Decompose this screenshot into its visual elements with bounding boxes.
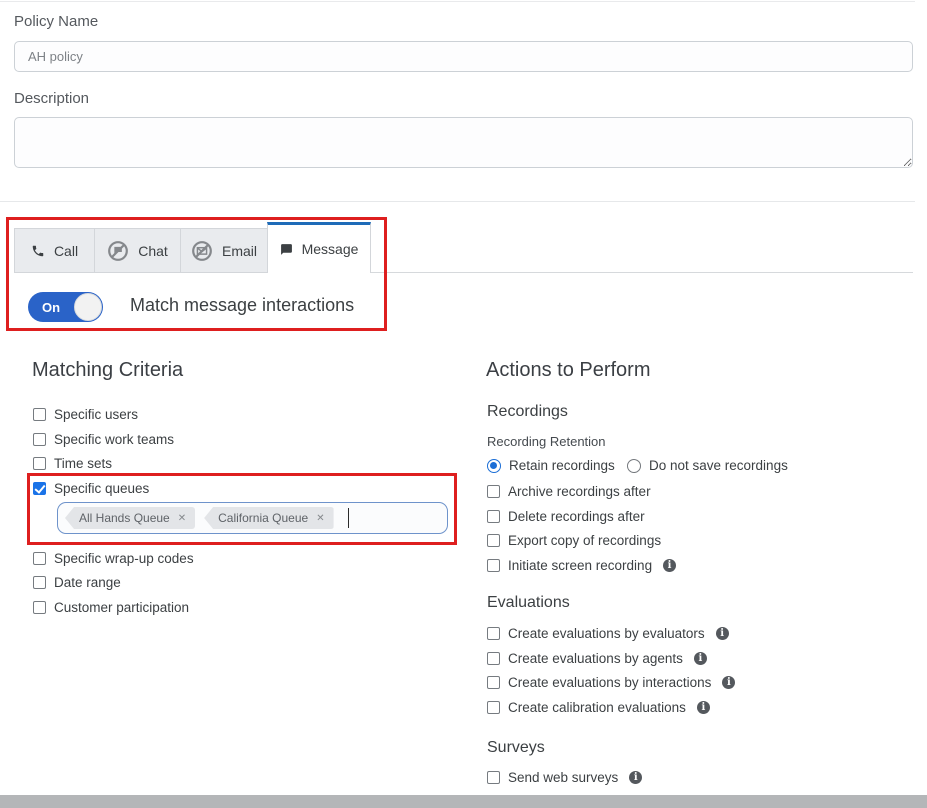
- criteria-label: Date range: [54, 575, 121, 590]
- checkbox-evaluations-by-interactions[interactable]: [487, 676, 500, 689]
- matching-criteria-title: Matching Criteria: [32, 359, 183, 382]
- radio-button-do-not-save[interactable]: [627, 459, 641, 473]
- criteria-label: Specific wrap-up codes: [54, 551, 194, 566]
- action-label: Create calibration evaluations: [508, 700, 686, 715]
- media-type-tabbar: Call Chat Email Message: [14, 222, 913, 273]
- radio-retain-recordings[interactable]: Retain recordings: [487, 458, 615, 473]
- criteria-date-range[interactable]: Date range: [33, 575, 121, 590]
- queue-tag-label: California Queue: [218, 511, 308, 525]
- bottom-scrollbar[interactable]: [0, 795, 927, 808]
- action-label: Delete recordings after: [508, 509, 645, 524]
- checkbox-specific-wrapup-codes[interactable]: [33, 552, 46, 565]
- evaluations-title: Evaluations: [487, 594, 570, 612]
- checkbox-export-recordings[interactable]: [487, 534, 500, 547]
- checkbox-specific-queues[interactable]: [33, 482, 46, 495]
- criteria-label: Specific users: [54, 407, 138, 422]
- action-archive-recordings[interactable]: Archive recordings after: [487, 484, 651, 499]
- tab-email[interactable]: Email: [180, 228, 268, 273]
- top-divider: [0, 1, 915, 2]
- checkbox-evaluations-by-agents[interactable]: [487, 652, 500, 665]
- section-divider: [0, 201, 915, 202]
- surveys-title: Surveys: [487, 739, 545, 757]
- criteria-specific-queues[interactable]: Specific queues: [33, 481, 149, 496]
- email-disabled-icon: [191, 240, 213, 262]
- tab-message-label: Message: [302, 241, 359, 257]
- toggle-on-label: On: [28, 300, 60, 315]
- action-label: Send web surveys: [508, 770, 618, 785]
- action-label: Create evaluations by agents: [508, 651, 683, 666]
- checkbox-date-range[interactable]: [33, 576, 46, 589]
- criteria-specific-wrapup-codes[interactable]: Specific wrap-up codes: [33, 551, 194, 566]
- checkbox-calibration-evaluations[interactable]: [487, 701, 500, 714]
- recording-retention-label: Recording Retention: [487, 434, 606, 449]
- remove-tag-icon[interactable]: ✕: [178, 513, 186, 524]
- tab-call[interactable]: Call: [14, 228, 95, 273]
- text-cursor: [348, 508, 350, 528]
- action-calibration-evaluations[interactable]: Create calibration evaluations i: [487, 700, 710, 715]
- criteria-time-sets[interactable]: Time sets: [33, 456, 112, 471]
- info-icon[interactable]: i: [694, 652, 707, 665]
- radio-button-retain[interactable]: [487, 459, 501, 473]
- queues-tag-input[interactable]: All Hands Queue ✕ California Queue ✕: [57, 502, 448, 534]
- checkbox-evaluations-by-evaluators[interactable]: [487, 627, 500, 640]
- info-icon[interactable]: i: [697, 701, 710, 714]
- criteria-label: Specific queues: [54, 481, 149, 496]
- queue-tag: California Queue ✕: [204, 507, 333, 529]
- action-label: Create evaluations by interactions: [508, 675, 711, 690]
- queue-tag: All Hands Queue ✕: [65, 507, 195, 529]
- radio-do-not-save-recordings[interactable]: Do not save recordings: [627, 458, 788, 473]
- description-textarea[interactable]: [14, 117, 913, 168]
- tab-chat[interactable]: Chat: [94, 228, 181, 273]
- actions-title: Actions to Perform: [486, 359, 651, 382]
- criteria-label: Customer participation: [54, 600, 189, 615]
- criteria-specific-users[interactable]: Specific users: [33, 407, 138, 422]
- checkbox-customer-participation[interactable]: [33, 601, 46, 614]
- recordings-title: Recordings: [487, 403, 568, 421]
- action-initiate-screen-recording[interactable]: Initiate screen recording i: [487, 558, 676, 573]
- criteria-label: Specific work teams: [54, 432, 174, 447]
- action-label: Initiate screen recording: [508, 558, 652, 573]
- match-interactions-toggle[interactable]: On: [28, 292, 103, 322]
- action-label: Export copy of recordings: [508, 533, 661, 548]
- criteria-label: Time sets: [54, 456, 112, 471]
- tab-message[interactable]: Message: [267, 222, 371, 273]
- checkbox-initiate-screen-recording[interactable]: [487, 559, 500, 572]
- radio-label: Retain recordings: [509, 458, 615, 473]
- action-export-recordings[interactable]: Export copy of recordings: [487, 533, 661, 548]
- checkbox-delete-recordings[interactable]: [487, 510, 500, 523]
- tab-chat-label: Chat: [138, 243, 168, 259]
- action-delete-recordings[interactable]: Delete recordings after: [487, 509, 645, 524]
- action-evaluations-by-agents[interactable]: Create evaluations by agents i: [487, 651, 707, 666]
- checkbox-archive-recordings[interactable]: [487, 485, 500, 498]
- toggle-knob: [74, 293, 102, 321]
- phone-icon: [31, 244, 45, 258]
- description-label: Description: [14, 90, 89, 107]
- toggle-caption: Match message interactions: [130, 295, 354, 316]
- action-evaluations-by-evaluators[interactable]: Create evaluations by evaluators i: [487, 626, 729, 641]
- criteria-specific-work-teams[interactable]: Specific work teams: [33, 432, 174, 447]
- info-icon[interactable]: i: [629, 771, 642, 784]
- checkbox-send-web-surveys[interactable]: [487, 771, 500, 784]
- checkbox-specific-work-teams[interactable]: [33, 433, 46, 446]
- tab-call-label: Call: [54, 243, 78, 259]
- info-icon[interactable]: i: [663, 559, 676, 572]
- action-evaluations-by-interactions[interactable]: Create evaluations by interactions i: [487, 675, 735, 690]
- checkbox-time-sets[interactable]: [33, 457, 46, 470]
- chat-disabled-icon: [107, 240, 129, 262]
- remove-tag-icon[interactable]: ✕: [316, 513, 324, 524]
- action-label: Create evaluations by evaluators: [508, 626, 705, 641]
- radio-label: Do not save recordings: [649, 458, 788, 473]
- info-icon[interactable]: i: [722, 676, 735, 689]
- message-bubble-icon: [280, 243, 293, 256]
- info-icon[interactable]: i: [716, 627, 729, 640]
- action-label: Archive recordings after: [508, 484, 651, 499]
- criteria-customer-participation[interactable]: Customer participation: [33, 600, 189, 615]
- policy-name-label: Policy Name: [14, 13, 98, 30]
- policy-name-input[interactable]: [14, 41, 913, 72]
- action-send-web-surveys[interactable]: Send web surveys i: [487, 770, 642, 785]
- tab-email-label: Email: [222, 243, 257, 259]
- queue-tag-label: All Hands Queue: [79, 511, 170, 525]
- checkbox-specific-users[interactable]: [33, 408, 46, 421]
